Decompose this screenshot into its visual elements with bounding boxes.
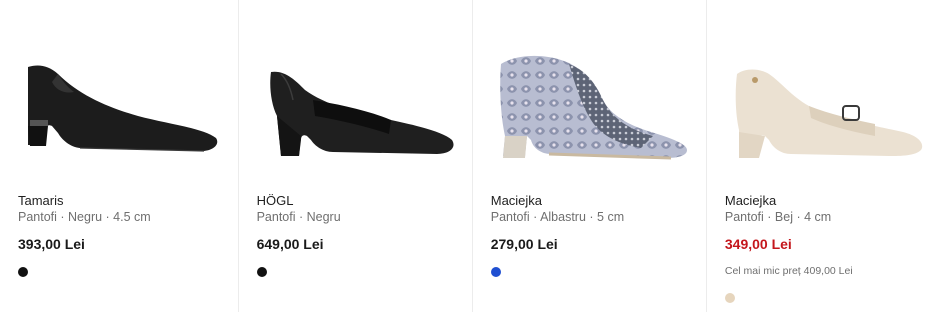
black-pump-shoe-image — [28, 65, 218, 152]
product-brand[interactable]: HÖGL — [257, 193, 294, 208]
beige-loafer-shoe-image — [735, 69, 923, 158]
product-details: Pantofi · Bej · 4 cm — [724, 210, 832, 224]
product-details: Pantofi · Negru — [256, 210, 341, 224]
product-card[interactable]: Maciejka Pantofi · Albastru · 5 cm 279,0… — [471, 0, 706, 312]
patterned-blue-shoe-image — [499, 55, 687, 160]
product-image[interactable] — [0, 40, 238, 170]
product-sale-price: 349,00 Lei — [724, 236, 792, 252]
color-swatch-black[interactable] — [18, 267, 28, 277]
product-image[interactable] — [473, 40, 706, 170]
product-grid: Tamaris Pantofi · Negru · 4.5 cm 393,00 … — [0, 0, 940, 312]
product-details: Pantofi · Negru · 4.5 cm — [18, 210, 151, 224]
color-swatch-black[interactable] — [256, 267, 267, 277]
product-brand[interactable]: Tamaris — [18, 193, 64, 208]
lowest-price-note: Cel mai mic preț 409,00 Lei — [724, 265, 853, 277]
product-details: Pantofi · Albastru · 5 cm — [490, 210, 625, 224]
color-swatch-beige[interactable] — [724, 293, 735, 303]
product-brand[interactable]: Maciejka — [491, 193, 542, 208]
product-image[interactable] — [707, 40, 940, 170]
product-brand[interactable]: Maciejka — [725, 193, 776, 208]
black-pump-shoe-image — [269, 71, 454, 156]
product-price: 649,00 Lei — [256, 236, 324, 252]
product-image[interactable] — [239, 40, 472, 170]
product-card[interactable]: Tamaris Pantofi · Negru · 4.5 cm 393,00 … — [0, 0, 238, 312]
product-card[interactable]: HÖGL Pantofi · Negru 649,00 Lei — [237, 0, 472, 312]
product-card[interactable]: Maciejka Pantofi · Bej · 4 cm 349,00 Lei… — [705, 0, 940, 312]
product-price: 279,00 Lei — [490, 236, 558, 252]
color-swatch-blue[interactable] — [490, 267, 501, 277]
product-price: 393,00 Lei — [18, 236, 85, 252]
